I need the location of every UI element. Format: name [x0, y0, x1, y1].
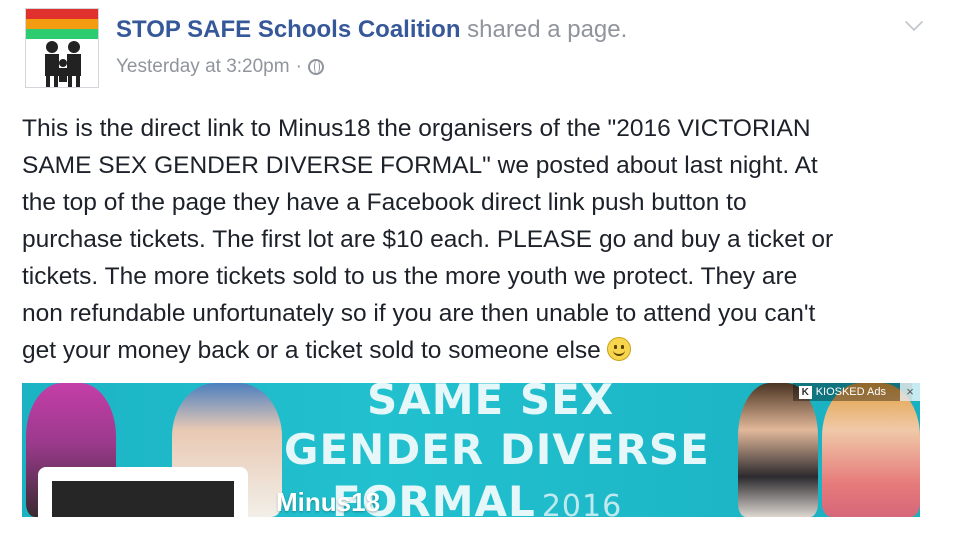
banner-title-line: SAME SEX: [367, 383, 615, 424]
shared-page-name[interactable]: Minus18: [276, 487, 380, 517]
banner-person-photo: [738, 383, 818, 517]
ad-badge[interactable]: K KIOSKED Ads: [792, 383, 912, 401]
post-meta: Yesterday at 3:20pm ·: [116, 56, 324, 78]
banner-title-line: GENDER DIVERSE: [284, 425, 710, 474]
family-logo-icon: [45, 41, 81, 87]
post-body-line: tickets. The more tickets sold to us the…: [22, 263, 798, 290]
page-profile-card[interactable]: [38, 467, 248, 517]
post-body-line: the top of the page they have a Facebook…: [22, 189, 747, 216]
post-body-line: non refundable unfortunately so if you a…: [22, 300, 816, 327]
post-body: This is the direct link to Minus18 the o…: [22, 110, 902, 369]
banner-year: 2016: [541, 489, 623, 517]
close-icon[interactable]: ×: [900, 383, 920, 401]
post-body-line-text: get your money back or a ticket sold to …: [22, 337, 601, 364]
meta-separator: ·: [295, 56, 302, 77]
post-body-line-last: get your money back or a ticket sold to …: [22, 332, 902, 369]
post-body-line: SAME SEX GENDER DIVERSE FORMAL" we poste…: [22, 152, 818, 179]
post-body-line: purchase tickets. The first lot are $10 …: [22, 226, 834, 253]
page-name-link[interactable]: STOP SAFE Schools Coalition: [116, 16, 461, 43]
globe-icon[interactable]: [307, 59, 324, 75]
post-timestamp[interactable]: Yesterday at 3:20pm: [116, 56, 290, 78]
post-body-line: This is the direct link to Minus18 the o…: [22, 115, 811, 142]
page-avatar[interactable]: [25, 8, 99, 88]
kiosked-logo-icon: K: [798, 385, 812, 399]
banner-person-photo: [822, 383, 920, 517]
post-header: STOP SAFE Schools Coalition shared a pag…: [116, 16, 627, 44]
smiley-icon: [606, 337, 631, 361]
post-action-text: shared a page.: [460, 16, 628, 43]
page-profile-logo: [52, 481, 234, 517]
shared-post: STOP SAFE Schools Coalition shared a pag…: [0, 0, 980, 545]
chevron-down-icon[interactable]: [904, 12, 924, 32]
ad-label: KIOSKED Ads: [815, 386, 886, 398]
shared-page-banner[interactable]: SAME SEX GENDER DIVERSE FORMAL 2016 Minus…: [22, 383, 920, 517]
